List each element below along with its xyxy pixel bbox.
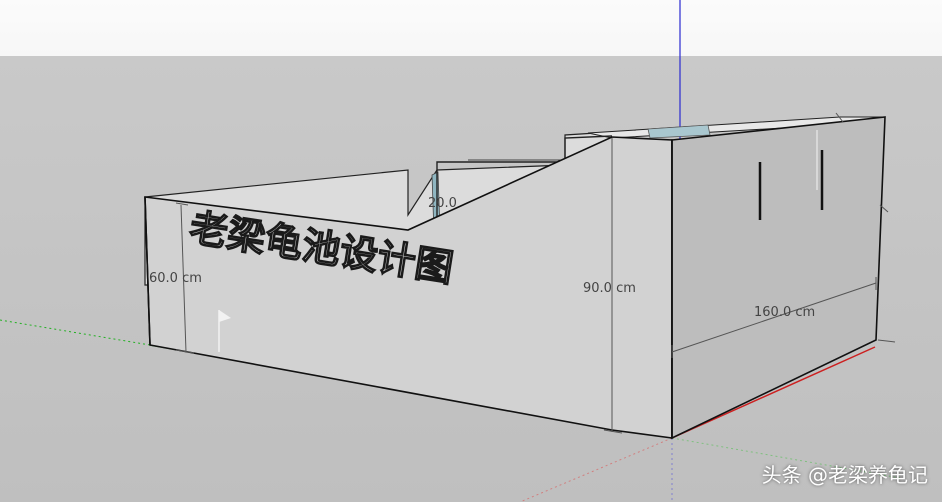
dim-depth: 160.0 cm xyxy=(754,305,815,320)
green-axis-dotted xyxy=(0,319,151,346)
dim-right-height: 90.0 cm xyxy=(583,281,636,296)
3d-viewport[interactable]: 老梁龟池设计图 60.0 cm 90.0 cm 160.0 cm 20.0 头条… xyxy=(0,0,942,502)
dim-left-height: 60.0 cm xyxy=(149,271,202,286)
turtle-tank-model[interactable]: 老梁龟池设计图 xyxy=(144,116,886,440)
red-axis-dotted xyxy=(519,437,673,502)
watermark: 头条 @老梁养龟记 xyxy=(761,463,928,487)
dim-partial: 20.0 xyxy=(428,196,457,211)
glass-panel xyxy=(647,124,711,139)
